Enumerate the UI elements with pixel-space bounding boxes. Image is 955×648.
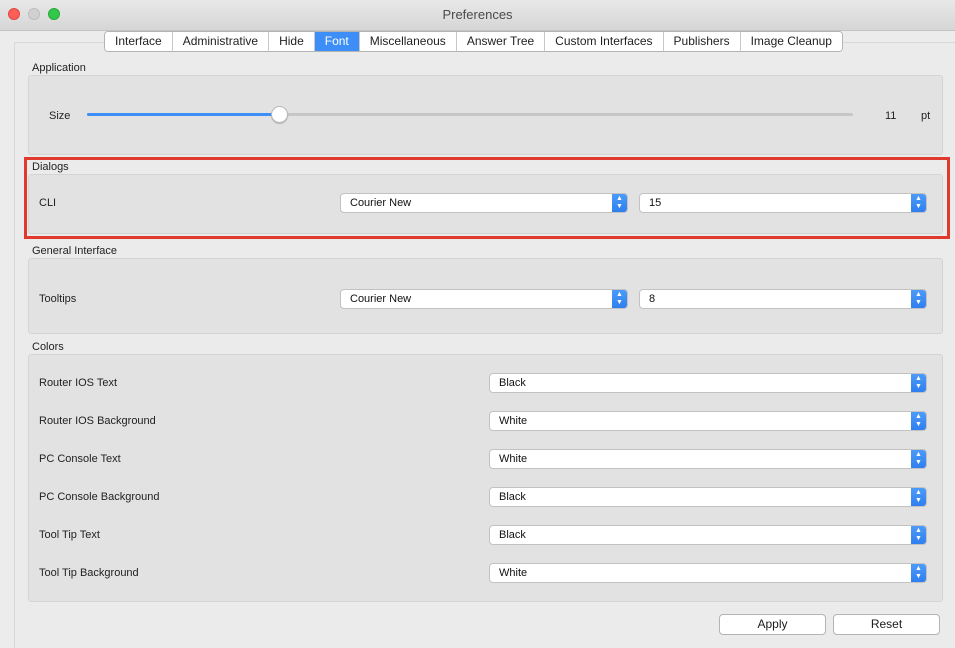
- section-label-colors: Colors: [32, 341, 64, 353]
- up-down-arrows-icon: ▲ ▼: [911, 290, 926, 308]
- tab-hide[interactable]: Hide: [269, 32, 315, 51]
- color-value: Black: [499, 529, 526, 541]
- size-slider-thumb[interactable]: [271, 106, 288, 123]
- tooltips-font-select[interactable]: Courier New ▲ ▼: [340, 289, 628, 309]
- up-down-arrows-icon: ▲ ▼: [911, 412, 926, 430]
- section-label-general-interface: General Interface: [32, 245, 117, 257]
- router-ios-text-color-select[interactable]: Black ▲ ▼: [489, 373, 927, 393]
- size-value: 11: [885, 110, 897, 122]
- tab-publishers[interactable]: Publishers: [663, 32, 741, 51]
- up-down-arrows-icon: ▲ ▼: [911, 564, 926, 582]
- size-slider-fill: [87, 113, 279, 116]
- color-row-label: Router IOS Text: [39, 377, 118, 389]
- tab-custom-interfaces[interactable]: Custom Interfaces: [545, 32, 664, 51]
- tab-font[interactable]: Font: [314, 32, 360, 51]
- dialogs-highlight-box: [24, 157, 950, 239]
- up-down-arrows-icon: ▲ ▼: [911, 488, 926, 506]
- tooltips-size-value: 8: [649, 293, 656, 305]
- tab-answer-tree[interactable]: Answer Tree: [456, 32, 546, 51]
- color-value: White: [499, 567, 528, 579]
- apply-button[interactable]: Apply: [719, 614, 826, 635]
- up-down-arrows-icon: ▲ ▼: [612, 290, 627, 308]
- tab-miscellaneous[interactable]: Miscellaneous: [359, 32, 457, 51]
- size-label: Size: [49, 110, 71, 122]
- window-title: Preferences: [442, 7, 513, 22]
- tool-tip-text-color-select[interactable]: Black ▲ ▼: [489, 525, 927, 545]
- color-value: Black: [499, 377, 526, 389]
- up-down-arrows-icon: ▲ ▼: [911, 450, 926, 468]
- tab-administrative[interactable]: Administrative: [172, 32, 270, 51]
- tool-tip-background-color-select[interactable]: White ▲ ▼: [489, 563, 927, 583]
- color-row-label: PC Console Background: [39, 491, 160, 503]
- tab-bar: Interface Administrative Hide Font Misce…: [104, 31, 843, 52]
- color-row-label: PC Console Text: [39, 453, 121, 465]
- size-unit: pt: [921, 110, 931, 122]
- color-row-label: Router IOS Background: [39, 415, 156, 427]
- title-bar: Preferences: [0, 0, 955, 31]
- tab-image-cleanup[interactable]: Image Cleanup: [740, 32, 842, 51]
- section-label-application: Application: [32, 62, 86, 74]
- color-value: White: [499, 453, 528, 465]
- tooltips-font-value: Courier New: [350, 293, 412, 305]
- pc-console-background-color-select[interactable]: Black ▲ ▼: [489, 487, 927, 507]
- up-down-arrows-icon: ▲ ▼: [911, 526, 926, 544]
- color-value: Black: [499, 491, 526, 503]
- size-slider-track[interactable]: [87, 113, 853, 116]
- up-down-arrows-icon: ▲ ▼: [911, 374, 926, 392]
- reset-button[interactable]: Reset: [833, 614, 940, 635]
- color-row-label: Tool Tip Text: [39, 529, 100, 541]
- color-row-label: Tool Tip Background: [39, 567, 139, 579]
- tooltips-size-select[interactable]: 8 ▲ ▼: [639, 289, 927, 309]
- tab-interface[interactable]: Interface: [105, 32, 173, 51]
- pc-console-text-color-select[interactable]: White ▲ ▼: [489, 449, 927, 469]
- color-value: White: [499, 415, 528, 427]
- tooltips-label: Tooltips: [39, 293, 77, 305]
- router-ios-background-color-select[interactable]: White ▲ ▼: [489, 411, 927, 431]
